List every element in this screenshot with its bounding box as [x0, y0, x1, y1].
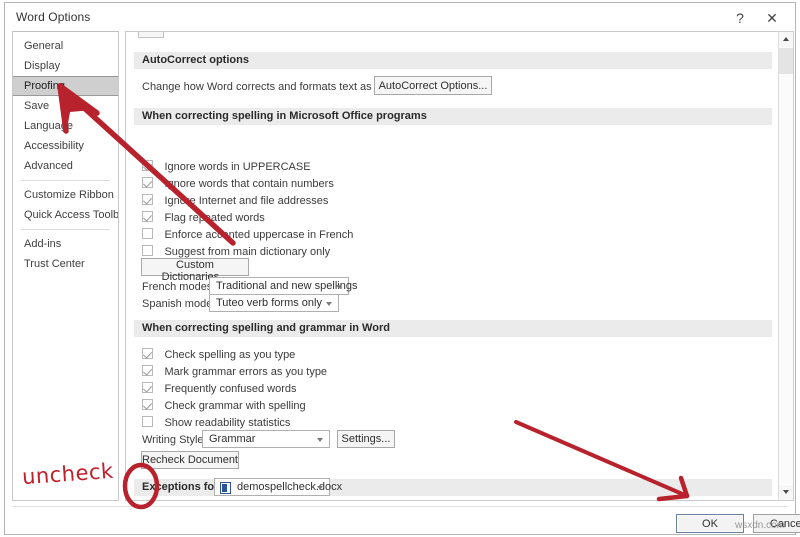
checkbox-box[interactable]	[142, 245, 153, 256]
exceptions-label: Exceptions for:	[142, 481, 223, 493]
pane-scrollbar[interactable]	[778, 31, 794, 501]
checkbox-box[interactable]	[142, 177, 153, 188]
checkbox-flag-repeated-words[interactable]: Flag repeated words	[142, 208, 265, 224]
title-bar: Word Options ? ✕	[5, 3, 795, 34]
checkbox-label: Suggest from main dictionary only	[164, 246, 331, 258]
sidebar-item-save[interactable]: Save	[13, 96, 118, 116]
ok-button[interactable]: OK	[676, 514, 744, 533]
checkbox-mark-grammar-errors[interactable]: Mark grammar errors as you type	[142, 362, 328, 378]
sidebar-item-general[interactable]: General	[13, 36, 118, 56]
writing-style-value: Grammar	[209, 433, 256, 445]
arrow-glyph	[783, 37, 789, 41]
checkbox-box[interactable]	[142, 194, 153, 205]
checkbox-box[interactable]	[142, 228, 153, 239]
chevron-down-icon	[326, 302, 332, 306]
chevron-down-icon	[317, 486, 323, 490]
word-options-dialog: Word Options ? ✕ General Display Proofin…	[4, 2, 800, 535]
checkbox-label: Mark grammar errors as you type	[164, 366, 328, 378]
nav-divider-2	[21, 229, 110, 230]
nav-divider-1	[21, 180, 110, 181]
checkbox-label: Show readability statistics	[164, 417, 291, 429]
checkbox-box[interactable]	[142, 365, 153, 376]
sidebar-item-language[interactable]: Language	[13, 116, 118, 136]
scrollbar-thumb[interactable]	[779, 48, 793, 74]
scroll-down-arrow-icon[interactable]	[779, 485, 793, 500]
grammar-settings-button[interactable]: Settings...	[337, 430, 395, 448]
recheck-document-button[interactable]: Recheck Document	[141, 451, 239, 469]
french-modes-label: French modes:	[142, 281, 216, 293]
pane-content: AutoCorrect options Change how Word corr…	[126, 32, 774, 500]
checkbox-label: Ignore Internet and file addresses	[164, 195, 329, 207]
section-header-office-spelling: When correcting spelling in Microsoft Of…	[134, 108, 772, 125]
sidebar-item-accessibility[interactable]: Accessibility	[13, 136, 118, 156]
chevron-down-icon	[336, 285, 342, 289]
word-document-icon	[220, 482, 231, 494]
sidebar-item-advanced[interactable]: Advanced	[13, 156, 118, 176]
checkbox-box[interactable]	[142, 382, 153, 393]
checkbox-box[interactable]	[142, 348, 153, 359]
sidebar-item-trust-center[interactable]: Trust Center	[13, 254, 118, 274]
french-modes-dropdown[interactable]: Traditional and new spellings	[209, 277, 357, 295]
autocorrect-options-button[interactable]: AutoCorrect Options...	[374, 76, 492, 95]
close-icon[interactable]: ✕	[759, 7, 785, 29]
chevron-down-icon	[317, 438, 323, 442]
checkbox-check-grammar-with-spelling[interactable]: Check grammar with spelling	[142, 396, 306, 412]
spanish-modes-value: Tuteo verb forms only	[216, 297, 322, 309]
sidebar-item-add-ins[interactable]: Add-ins	[13, 234, 118, 254]
checkbox-ignore-uppercase[interactable]: Ignore words in UPPERCASE	[142, 157, 311, 173]
checkbox-suggest-main-dictionary-only[interactable]: Suggest from main dictionary only	[142, 242, 331, 258]
spanish-modes-dropdown[interactable]: Tuteo verb forms only	[209, 294, 339, 312]
checkbox-label: Check grammar with spelling	[164, 400, 306, 412]
checkbox-label: Flag repeated words	[164, 212, 265, 224]
watermark: wsxdn.com	[735, 520, 786, 531]
sidebar-item-proofing[interactable]: Proofing	[13, 76, 118, 96]
checkbox-label: Ignore words that contain numbers	[164, 178, 334, 190]
exceptions-document-dropdown[interactable]: demospellcheck.docx	[214, 478, 342, 496]
checkbox-enforce-accented-uppercase-french[interactable]: Enforce accented uppercase in French	[142, 225, 354, 241]
page-title: Word Options	[16, 10, 91, 24]
exceptions-document-value: demospellcheck.docx	[237, 481, 343, 493]
scrollbar-track[interactable]	[779, 75, 793, 484]
arrow-glyph	[783, 490, 789, 494]
checkbox-frequently-confused-words[interactable]: Frequently confused words	[142, 379, 297, 395]
checkbox-label: Ignore words in UPPERCASE	[164, 161, 311, 173]
screenshot-root: Word Options ? ✕ General Display Proofin…	[0, 0, 800, 537]
custom-dictionaries-button[interactable]: Custom Dictionaries...	[141, 258, 249, 283]
checkbox-box[interactable]	[142, 160, 153, 171]
checkbox-label: Check spelling as you type	[164, 349, 296, 361]
clipped-control-above	[138, 32, 164, 38]
proofing-options-pane: AutoCorrect options Change how Word corr…	[125, 31, 790, 501]
scroll-up-arrow-icon[interactable]	[779, 32, 793, 47]
checkbox-box[interactable]	[142, 211, 153, 222]
checkbox-ignore-numbers[interactable]: Ignore words that contain numbers	[142, 174, 334, 190]
checkbox-ignore-internet-addresses[interactable]: Ignore Internet and file addresses	[142, 191, 329, 207]
checkbox-box[interactable]	[142, 399, 153, 410]
help-icon[interactable]: ?	[727, 7, 753, 29]
sidebar-item-quick-access-toolbar[interactable]: Quick Access Toolbar	[13, 205, 118, 225]
footer-divider	[12, 506, 788, 507]
section-header-word-grammar: When correcting spelling and grammar in …	[134, 320, 772, 337]
sidebar-item-customize-ribbon[interactable]: Customize Ribbon	[13, 185, 118, 205]
checkbox-box[interactable]	[142, 416, 153, 427]
checkbox-label: Enforce accented uppercase in French	[164, 229, 354, 241]
sidebar-item-display[interactable]: Display	[13, 56, 118, 76]
section-header-autocorrect: AutoCorrect options	[134, 52, 772, 69]
writing-style-label: Writing Style:	[142, 434, 207, 446]
writing-style-dropdown[interactable]: Grammar	[202, 430, 330, 448]
checkbox-show-readability-statistics[interactable]: Show readability statistics	[142, 413, 291, 429]
checkbox-label: Frequently confused words	[164, 383, 297, 395]
checkbox-check-spelling-as-you-type[interactable]: Check spelling as you type	[142, 345, 296, 361]
sidebar-nav: General Display Proofing Save Language A…	[12, 31, 119, 501]
